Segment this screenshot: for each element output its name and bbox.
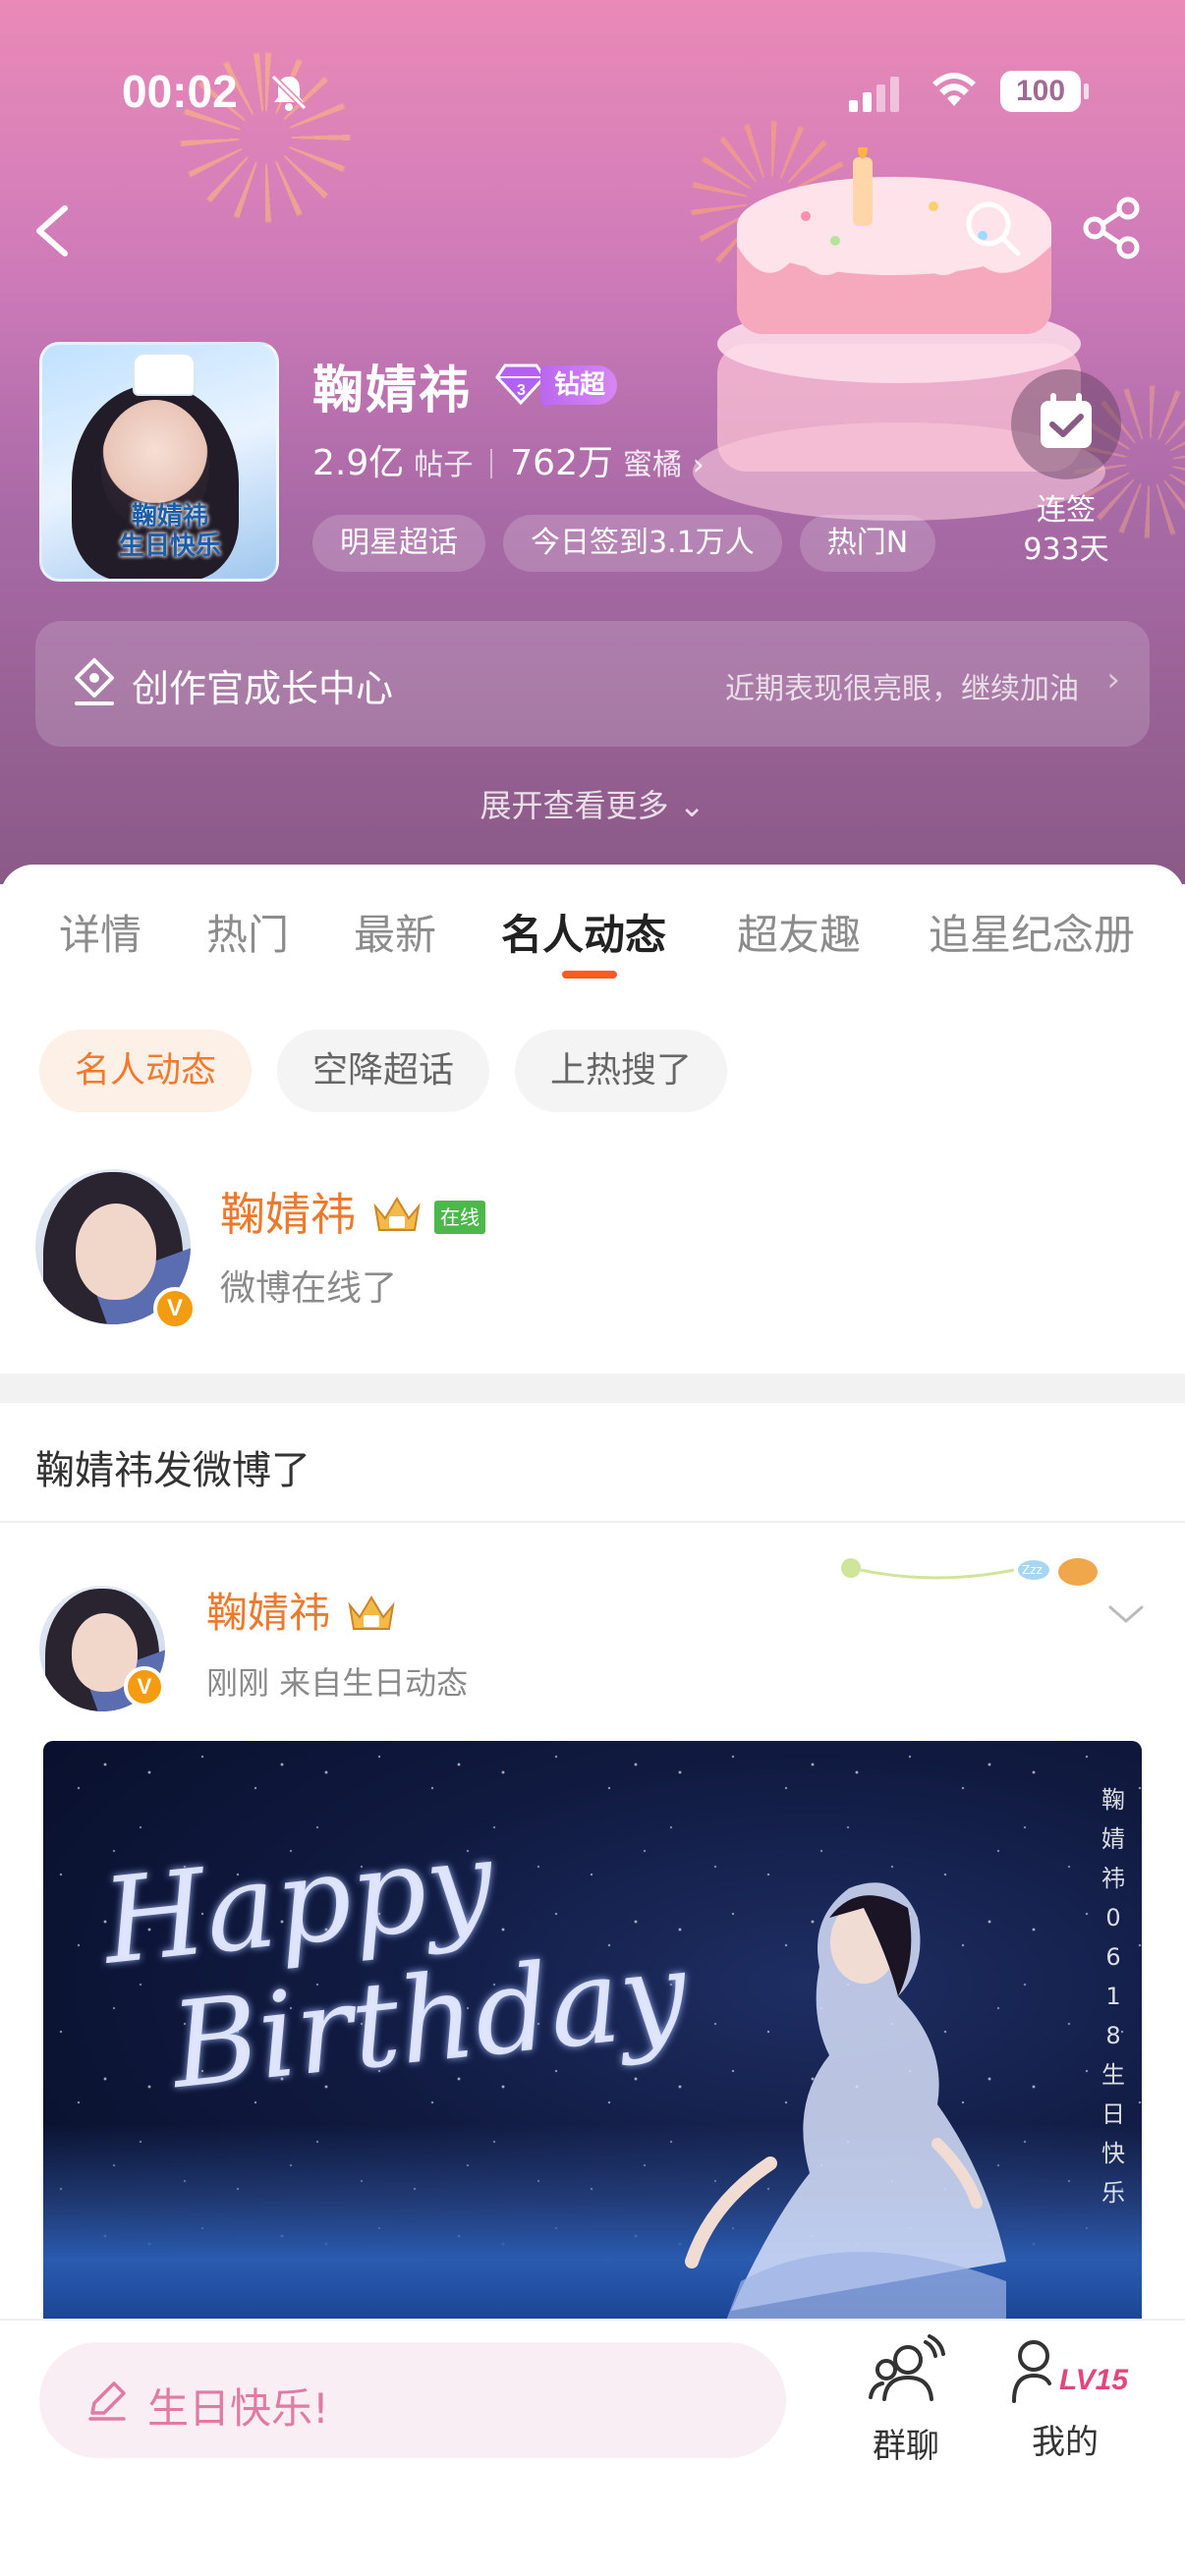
signal-icon: [849, 77, 899, 112]
tab-fan-memorial[interactable]: 追星纪念册: [929, 902, 1135, 962]
level-badge: LV15: [1059, 2364, 1129, 2396]
post-image[interactable]: Happy Birthday 鞠婧祎0618生日快乐: [43, 1741, 1142, 2350]
tab-details[interactable]: 详情: [59, 902, 141, 962]
checkin-days: 933天: [1023, 532, 1109, 567]
subtab-trending[interactable]: 上热搜了: [515, 1030, 728, 1112]
pencil-icon: [88, 2381, 126, 2421]
tab-super-fun[interactable]: 超友趣: [737, 902, 861, 962]
topic-stats[interactable]: 2.9亿 帖子 762万 蜜橘 ›: [312, 434, 705, 485]
mine-button[interactable]: LV15 我的: [1006, 2334, 1128, 2463]
cover-caption-line: 生日快乐: [118, 532, 221, 561]
svg-text:3: 3: [517, 382, 526, 399]
comment-input[interactable]: 生日快乐!: [39, 2342, 786, 2458]
topic-tags: 明星超话 今日签到3.1万人 热门N: [312, 515, 998, 574]
cover-cake-decoration: [133, 353, 196, 396]
verified-badge-icon: V: [153, 1287, 197, 1330]
happy-birthday-lettering: Happy Birthday: [96, 1815, 693, 2115]
tag-hot[interactable]: 热门N: [799, 515, 936, 572]
group-chat-button[interactable]: 群聊: [847, 2334, 965, 2467]
cover-caption-line: 鞠婧祎: [131, 502, 208, 532]
growth-subtitle: 近期表现很亮眼，继续加油: [725, 672, 1079, 706]
avatar-face: [76, 1203, 157, 1300]
expand-label: 展开查看更多: [480, 787, 669, 824]
post-author[interactable]: 鞠婧祎: [206, 1580, 330, 1640]
checkin-button[interactable]: 连签 933天: [1002, 369, 1130, 568]
online-status-text: 微博在线了: [220, 1268, 398, 1309]
mine-icon-wrap: LV15: [1006, 2334, 1128, 2409]
creator-growth-center[interactable]: 创作官成长中心 近期表现很亮眼，继续加油 ›: [35, 621, 1150, 747]
share-icon[interactable]: [1081, 196, 1144, 259]
user-name[interactable]: 鞠婧祎: [220, 1179, 356, 1244]
crown-icon: [373, 1197, 421, 1231]
online-status-card[interactable]: V 鞠婧祎 在线 微博在线了: [0, 1169, 1185, 1346]
tab-celebrity-updates[interactable]: 名人动态: [501, 902, 666, 962]
status-bar: 00:02 100: [0, 59, 1185, 138]
topic-cover-image[interactable]: 鞠婧祎 生日快乐: [39, 342, 279, 582]
super-topic-badge: 钻超: [540, 365, 618, 405]
topic-title: 鞠婧祎: [312, 362, 473, 420]
growth-title: 创作官成长中心: [132, 667, 394, 710]
stats-divider: [490, 449, 493, 478]
divider: [0, 1521, 1185, 1523]
checkin-label: 连签: [1037, 493, 1096, 528]
search-icon[interactable]: [961, 196, 1024, 259]
pen-badge-icon: [75, 658, 114, 705]
posts-count: 2.9亿: [312, 443, 405, 483]
cover-caption: 鞠婧祎 生日快乐: [101, 502, 239, 561]
status-time: 00:02: [122, 66, 238, 117]
comment-placeholder: 生日快乐!: [147, 2384, 329, 2433]
dancer-figure: [685, 1882, 1006, 2350]
diamond-icon: 3: [495, 364, 546, 405]
posts-unit: 帖子: [414, 448, 474, 482]
post-meta: 刚刚 来自生日动态: [206, 1664, 469, 1702]
tab-hot[interactable]: 热门: [206, 902, 289, 962]
sub-filter-tabs: 名人动态 空降超话 上热搜了: [39, 1030, 753, 1112]
subtab-celebrity-updates[interactable]: 名人动态: [39, 1030, 253, 1112]
topic-header: 00:02 100 鞠婧祎 生日快乐 鞠婧祎 3 钻超 2.9亿 帖子 762万…: [0, 0, 1185, 884]
back-arrow-icon[interactable]: [29, 196, 79, 265]
sleeping-cat-decoration-icon: Zzz: [841, 1558, 1098, 1586]
svg-text:Zzz: Zzz: [1022, 1563, 1043, 1577]
chevron-down-icon: ⌄: [678, 787, 705, 824]
active-tab-indicator: [562, 971, 617, 979]
verified-badge-icon: V: [124, 1666, 165, 1708]
chevron-right-icon: ›: [1106, 660, 1120, 700]
topic-tabs: 详情 热门 最新 名人动态 超友趣 追星纪念册: [0, 902, 1185, 980]
tag-checkin-count[interactable]: 今日签到3.1万人: [503, 515, 782, 572]
vertical-caption: 鞠婧祎0618生日快乐: [1101, 1786, 1125, 2207]
subtab-airdrop[interactable]: 空降超话: [277, 1030, 490, 1112]
wifi-icon: [932, 73, 976, 106]
calendar-check-icon: [1041, 393, 1092, 448]
bottom-action-bar: 生日快乐! 群聊 LV15 我的: [0, 2319, 1185, 2576]
mine-label: 我的: [1032, 2423, 1099, 2462]
battery-indicator: 100: [1000, 71, 1089, 112]
crown-icon: [348, 1596, 395, 1630]
online-tag: 在线: [434, 1201, 485, 1234]
fans-count: 762万: [510, 443, 613, 483]
tab-latest[interactable]: 最新: [354, 902, 436, 962]
tag-star-topic[interactable]: 明星超话: [312, 515, 485, 572]
bell-muted-icon: [270, 74, 308, 111]
expand-more-button[interactable]: 展开查看更多 ⌄: [0, 781, 1185, 826]
chevron-down-icon[interactable]: [1106, 1599, 1146, 1629]
fans-unit: 蜜橘: [622, 448, 682, 482]
checkin-circle: [1011, 369, 1121, 479]
group-chat-icon: [869, 2334, 945, 2401]
chevron-right-icon: ›: [692, 448, 705, 482]
group-chat-label: 群聊: [873, 2427, 939, 2466]
section-divider: [0, 1373, 1185, 1403]
section-title: 鞠婧祎发微博了: [35, 1448, 310, 1493]
